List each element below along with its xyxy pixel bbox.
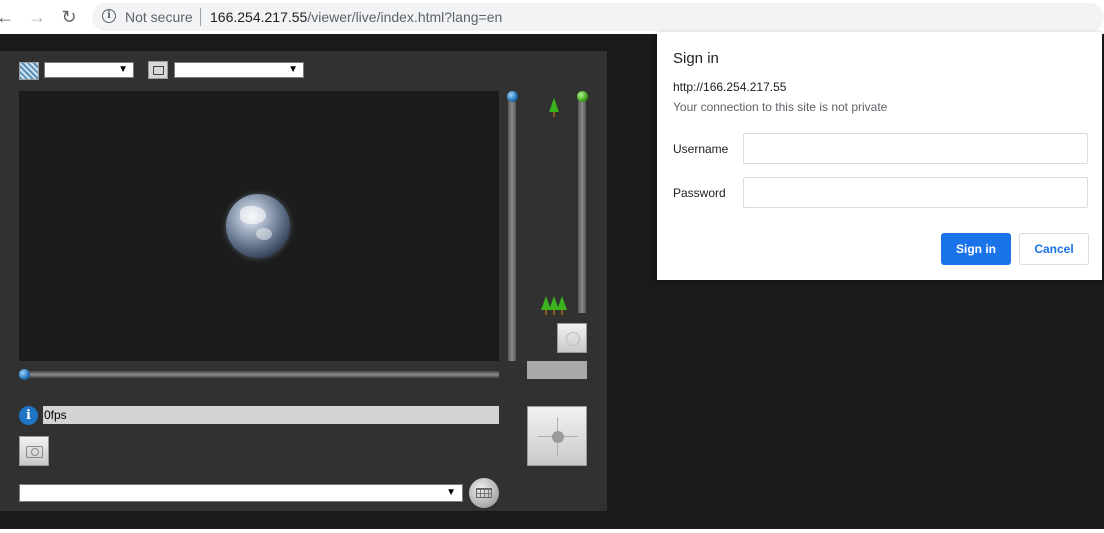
signin-button[interactable]: Sign in [941,233,1011,265]
reload-icon[interactable]: ↻ [58,6,80,28]
grid-icon[interactable] [19,62,39,80]
resize-icon[interactable] [148,61,168,79]
horizontal-slider[interactable] [19,371,499,378]
focus-icon [566,332,580,346]
signin-dialog: Sign in http://166.254.217.55 Your conne… [657,32,1102,280]
tree-icon[interactable] [549,98,559,117]
cancel-button[interactable]: Cancel [1019,233,1089,265]
arrow-left-icon[interactable]: ← [0,6,16,28]
vertical-slider[interactable] [508,95,516,361]
info-icon[interactable]: i [19,406,38,425]
dialog-host: http://166.254.217.55 [673,80,787,94]
zoom-slider[interactable] [578,95,586,313]
chevron-down-icon: ▼ [118,64,128,75]
address-bar[interactable]: i Not secure 166.254.217.55/viewer/live/… [92,3,1104,31]
globe-icon [226,194,290,258]
chevron-down-icon: ▼ [288,64,298,75]
password-label: Password [673,186,726,200]
fps-display: 0fps [43,406,499,424]
preset-select[interactable]: ▼ [19,484,463,502]
url-text[interactable]: 166.254.217.55/viewer/live/index.html?la… [210,9,502,25]
url-separator [200,8,201,26]
ptz-center-icon[interactable] [552,431,564,443]
username-label: Username [673,142,729,156]
video-display[interactable] [19,91,499,361]
camera-icon [26,446,43,458]
chevron-down-icon: ▼ [446,487,456,498]
live-viewer-panel: ▼ ▼ i 0fps ▼ [0,51,607,511]
keyboard-icon [476,488,492,498]
horizontal-slider-handle[interactable] [19,369,30,380]
snapshot-button[interactable] [19,436,49,466]
focus-button[interactable] [557,323,587,353]
dialog-warning: Your connection to this site is not priv… [673,100,888,114]
username-field[interactable] [743,133,1088,164]
password-field[interactable] [743,177,1088,208]
zoom-slider-handle[interactable] [577,91,588,102]
layout-select[interactable]: ▼ [44,62,134,78]
not-secure-label[interactable]: Not secure [125,9,193,25]
dialog-title: Sign in [673,50,719,67]
keyboard-button[interactable] [469,478,499,508]
tree-icon [557,296,567,315]
url-path: /viewer/live/index.html?lang=en [307,9,503,25]
url-host: 166.254.217.55 [210,9,308,25]
size-select[interactable]: ▼ [174,62,304,78]
arrow-right-icon[interactable]: → [26,6,48,28]
status-bar-right [527,361,587,379]
bottom-strip [0,529,1104,533]
ptz-pad[interactable] [527,406,587,466]
info-icon[interactable]: i [102,9,116,23]
browser-toolbar: ← → ↻ i Not secure 166.254.217.55/viewer… [0,0,1104,34]
vertical-slider-handle[interactable] [507,91,518,102]
